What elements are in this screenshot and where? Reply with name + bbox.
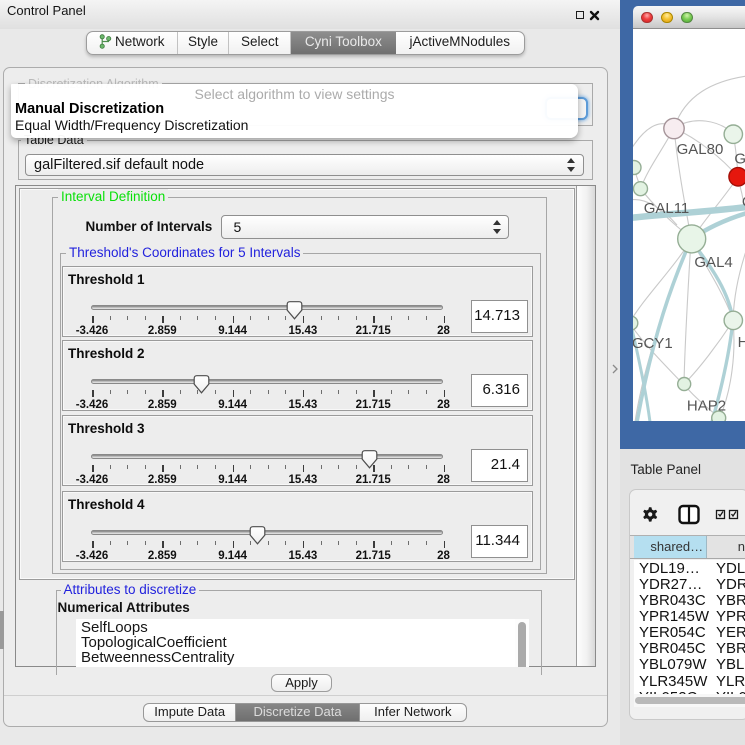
svg-text:GCY1: GCY1 <box>633 335 673 352</box>
svg-text:HI: HI <box>738 334 745 351</box>
svg-text:GA: GA <box>734 150 745 167</box>
svg-text:GAL11: GAL11 <box>644 200 690 217</box>
svg-text:GAL80: GAL80 <box>677 141 724 158</box>
svg-text:GAL4: GAL4 <box>694 254 732 271</box>
svg-text:HAP2: HAP2 <box>687 397 726 414</box>
